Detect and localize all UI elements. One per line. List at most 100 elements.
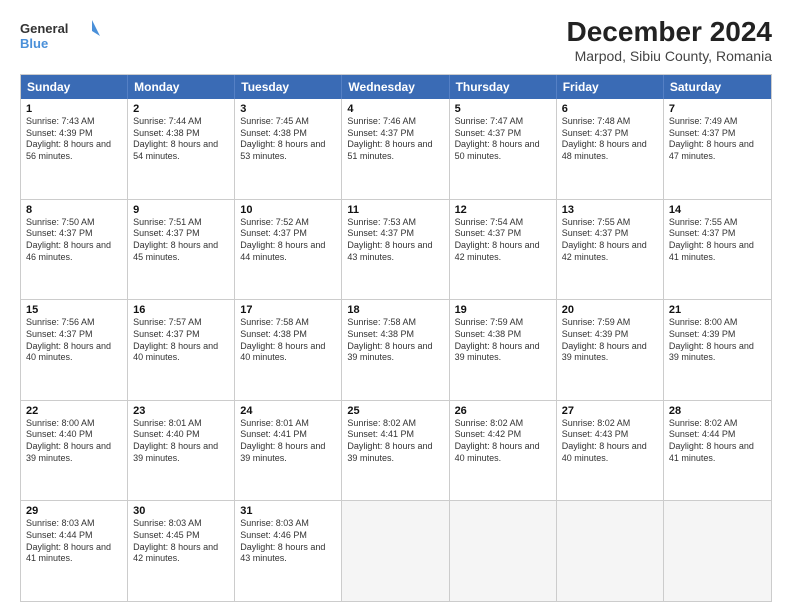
calendar-cell-24: 24Sunrise: 8:01 AMSunset: 4:41 PMDayligh… bbox=[235, 401, 342, 501]
sunrise-text: Sunrise: 7:52 AM bbox=[240, 217, 336, 229]
daylight-text: Daylight: 8 hours and 39 minutes. bbox=[669, 341, 766, 364]
calendar-cell-2: 2Sunrise: 7:44 AMSunset: 4:38 PMDaylight… bbox=[128, 99, 235, 199]
calendar-cell-12: 12Sunrise: 7:54 AMSunset: 4:37 PMDayligh… bbox=[450, 200, 557, 300]
sunset-text: Sunset: 4:37 PM bbox=[455, 228, 551, 240]
main-title: December 2024 bbox=[567, 16, 772, 48]
calendar-cell-empty bbox=[664, 501, 771, 601]
daylight-text: Daylight: 8 hours and 51 minutes. bbox=[347, 139, 443, 162]
calendar-cell-29: 29Sunrise: 8:03 AMSunset: 4:44 PMDayligh… bbox=[21, 501, 128, 601]
sunrise-text: Sunrise: 8:02 AM bbox=[669, 418, 766, 430]
sunrise-text: Sunrise: 7:58 AM bbox=[347, 317, 443, 329]
title-block: December 2024 Marpod, Sibiu County, Roma… bbox=[567, 16, 772, 64]
day-number: 9 bbox=[133, 204, 229, 216]
svg-text:General: General bbox=[20, 21, 68, 36]
daylight-text: Daylight: 8 hours and 50 minutes. bbox=[455, 139, 551, 162]
day-number: 27 bbox=[562, 405, 658, 417]
sunrise-text: Sunrise: 8:03 AM bbox=[133, 518, 229, 530]
day-number: 28 bbox=[669, 405, 766, 417]
calendar-cell-13: 13Sunrise: 7:55 AMSunset: 4:37 PMDayligh… bbox=[557, 200, 664, 300]
calendar-row-3: 15Sunrise: 7:56 AMSunset: 4:37 PMDayligh… bbox=[21, 299, 771, 400]
daylight-text: Daylight: 8 hours and 39 minutes. bbox=[455, 341, 551, 364]
calendar-body: 1Sunrise: 7:43 AMSunset: 4:39 PMDaylight… bbox=[21, 99, 771, 601]
calendar-cell-23: 23Sunrise: 8:01 AMSunset: 4:40 PMDayligh… bbox=[128, 401, 235, 501]
daylight-text: Daylight: 8 hours and 41 minutes. bbox=[26, 542, 122, 565]
sunrise-text: Sunrise: 7:55 AM bbox=[562, 217, 658, 229]
day-number: 31 bbox=[240, 505, 336, 517]
sunrise-text: Sunrise: 7:56 AM bbox=[26, 317, 122, 329]
sunrise-text: Sunrise: 8:01 AM bbox=[133, 418, 229, 430]
calendar-header: SundayMondayTuesdayWednesdayThursdayFrid… bbox=[21, 75, 771, 99]
sunrise-text: Sunrise: 7:59 AM bbox=[562, 317, 658, 329]
sunrise-text: Sunrise: 7:47 AM bbox=[455, 116, 551, 128]
day-of-week-friday: Friday bbox=[557, 75, 664, 99]
daylight-text: Daylight: 8 hours and 40 minutes. bbox=[240, 341, 336, 364]
sunset-text: Sunset: 4:39 PM bbox=[669, 329, 766, 341]
calendar-cell-26: 26Sunrise: 8:02 AMSunset: 4:42 PMDayligh… bbox=[450, 401, 557, 501]
daylight-text: Daylight: 8 hours and 42 minutes. bbox=[562, 240, 658, 263]
sunset-text: Sunset: 4:46 PM bbox=[240, 530, 336, 542]
sunset-text: Sunset: 4:37 PM bbox=[562, 128, 658, 140]
sunrise-text: Sunrise: 7:51 AM bbox=[133, 217, 229, 229]
sunrise-text: Sunrise: 7:43 AM bbox=[26, 116, 122, 128]
daylight-text: Daylight: 8 hours and 40 minutes. bbox=[455, 441, 551, 464]
sunrise-text: Sunrise: 8:01 AM bbox=[240, 418, 336, 430]
sunset-text: Sunset: 4:37 PM bbox=[562, 228, 658, 240]
sunrise-text: Sunrise: 7:59 AM bbox=[455, 317, 551, 329]
day-number: 17 bbox=[240, 304, 336, 316]
calendar-cell-5: 5Sunrise: 7:47 AMSunset: 4:37 PMDaylight… bbox=[450, 99, 557, 199]
calendar-cell-7: 7Sunrise: 7:49 AMSunset: 4:37 PMDaylight… bbox=[664, 99, 771, 199]
sunrise-text: Sunrise: 7:57 AM bbox=[133, 317, 229, 329]
calendar-cell-16: 16Sunrise: 7:57 AMSunset: 4:37 PMDayligh… bbox=[128, 300, 235, 400]
calendar-cell-4: 4Sunrise: 7:46 AMSunset: 4:37 PMDaylight… bbox=[342, 99, 449, 199]
daylight-text: Daylight: 8 hours and 43 minutes. bbox=[347, 240, 443, 263]
logo: General Blue bbox=[20, 16, 100, 56]
daylight-text: Daylight: 8 hours and 41 minutes. bbox=[669, 441, 766, 464]
daylight-text: Daylight: 8 hours and 40 minutes. bbox=[133, 341, 229, 364]
daylight-text: Daylight: 8 hours and 40 minutes. bbox=[562, 441, 658, 464]
calendar-cell-20: 20Sunrise: 7:59 AMSunset: 4:39 PMDayligh… bbox=[557, 300, 664, 400]
calendar-cell-31: 31Sunrise: 8:03 AMSunset: 4:46 PMDayligh… bbox=[235, 501, 342, 601]
day-of-week-sunday: Sunday bbox=[21, 75, 128, 99]
day-number: 21 bbox=[669, 304, 766, 316]
calendar-cell-6: 6Sunrise: 7:48 AMSunset: 4:37 PMDaylight… bbox=[557, 99, 664, 199]
day-of-week-monday: Monday bbox=[128, 75, 235, 99]
day-of-week-saturday: Saturday bbox=[664, 75, 771, 99]
sunset-text: Sunset: 4:42 PM bbox=[455, 429, 551, 441]
daylight-text: Daylight: 8 hours and 45 minutes. bbox=[133, 240, 229, 263]
sunset-text: Sunset: 4:44 PM bbox=[26, 530, 122, 542]
calendar-cell-30: 30Sunrise: 8:03 AMSunset: 4:45 PMDayligh… bbox=[128, 501, 235, 601]
day-number: 15 bbox=[26, 304, 122, 316]
day-number: 18 bbox=[347, 304, 443, 316]
sunrise-text: Sunrise: 8:03 AM bbox=[240, 518, 336, 530]
calendar-cell-10: 10Sunrise: 7:52 AMSunset: 4:37 PMDayligh… bbox=[235, 200, 342, 300]
day-number: 24 bbox=[240, 405, 336, 417]
sunrise-text: Sunrise: 7:55 AM bbox=[669, 217, 766, 229]
sunset-text: Sunset: 4:38 PM bbox=[133, 128, 229, 140]
logo-svg: General Blue bbox=[20, 16, 100, 56]
daylight-text: Daylight: 8 hours and 39 minutes. bbox=[347, 341, 443, 364]
day-number: 29 bbox=[26, 505, 122, 517]
sunset-text: Sunset: 4:37 PM bbox=[669, 228, 766, 240]
day-number: 23 bbox=[133, 405, 229, 417]
svg-text:Blue: Blue bbox=[20, 36, 48, 51]
day-number: 20 bbox=[562, 304, 658, 316]
sunset-text: Sunset: 4:37 PM bbox=[347, 128, 443, 140]
calendar-row-5: 29Sunrise: 8:03 AMSunset: 4:44 PMDayligh… bbox=[21, 500, 771, 601]
sunrise-text: Sunrise: 7:44 AM bbox=[133, 116, 229, 128]
sunrise-text: Sunrise: 8:00 AM bbox=[669, 317, 766, 329]
sunrise-text: Sunrise: 8:02 AM bbox=[347, 418, 443, 430]
sunset-text: Sunset: 4:38 PM bbox=[240, 128, 336, 140]
calendar-cell-22: 22Sunrise: 8:00 AMSunset: 4:40 PMDayligh… bbox=[21, 401, 128, 501]
sunset-text: Sunset: 4:43 PM bbox=[562, 429, 658, 441]
daylight-text: Daylight: 8 hours and 46 minutes. bbox=[26, 240, 122, 263]
sunrise-text: Sunrise: 7:48 AM bbox=[562, 116, 658, 128]
day-number: 25 bbox=[347, 405, 443, 417]
calendar-row-4: 22Sunrise: 8:00 AMSunset: 4:40 PMDayligh… bbox=[21, 400, 771, 501]
sunset-text: Sunset: 4:37 PM bbox=[240, 228, 336, 240]
sunset-text: Sunset: 4:39 PM bbox=[562, 329, 658, 341]
daylight-text: Daylight: 8 hours and 40 minutes. bbox=[26, 341, 122, 364]
day-of-week-wednesday: Wednesday bbox=[342, 75, 449, 99]
daylight-text: Daylight: 8 hours and 42 minutes. bbox=[133, 542, 229, 565]
sunset-text: Sunset: 4:39 PM bbox=[26, 128, 122, 140]
day-number: 12 bbox=[455, 204, 551, 216]
